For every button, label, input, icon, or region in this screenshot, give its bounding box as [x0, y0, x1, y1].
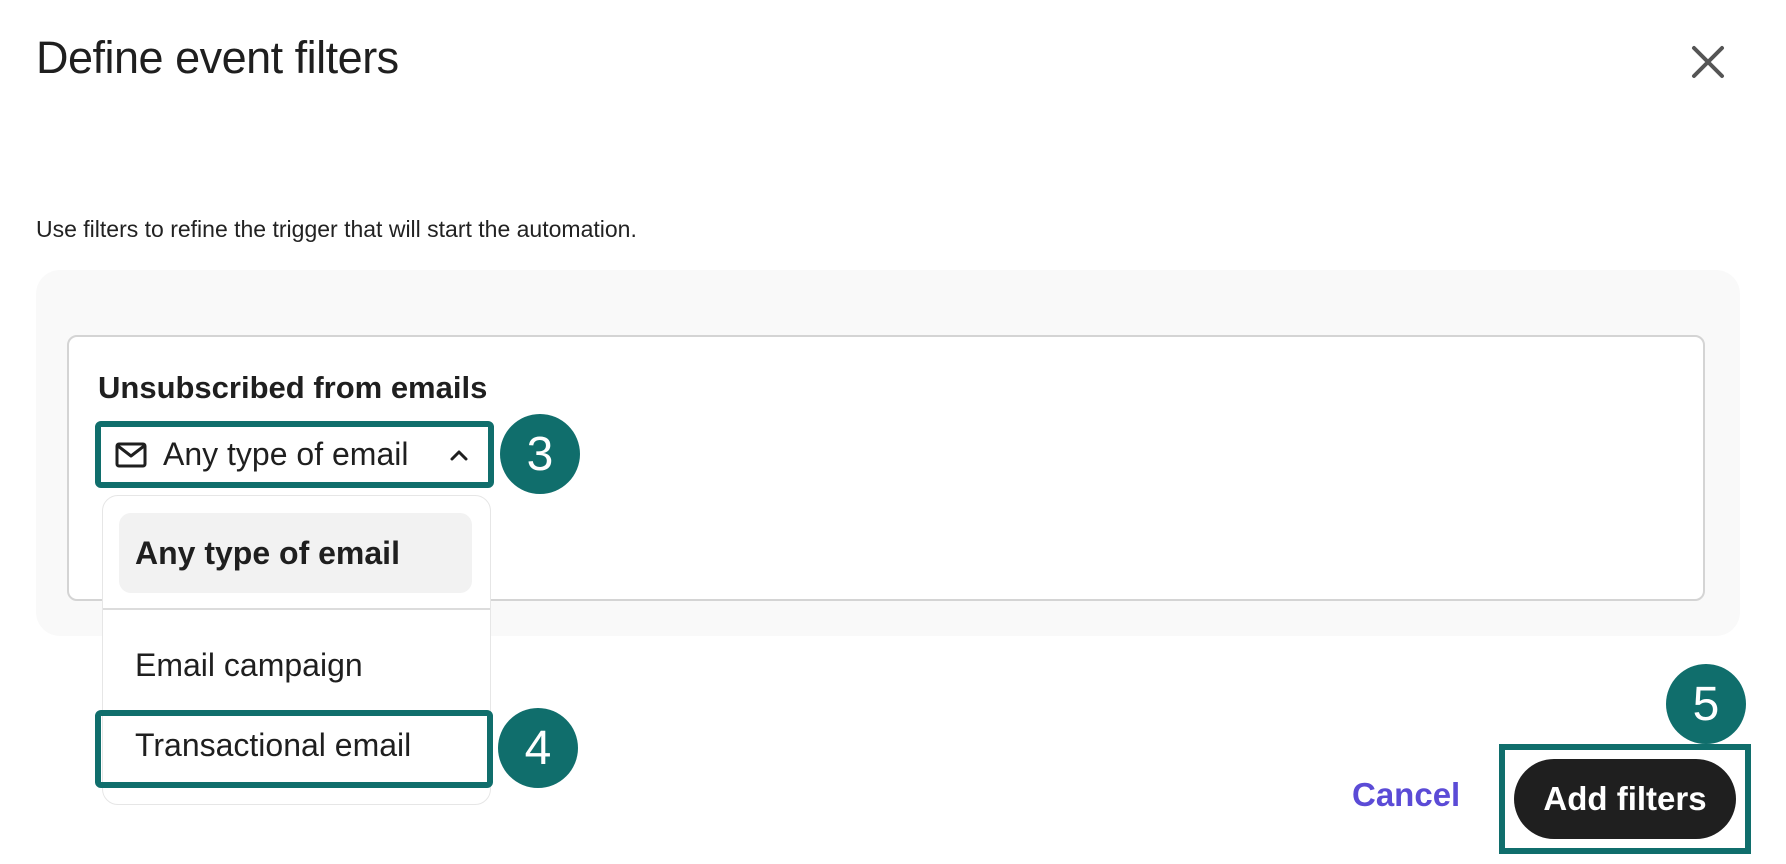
add-filters-button[interactable]: Add filters	[1514, 759, 1736, 839]
chevron-up-icon	[450, 450, 468, 460]
option-any-type[interactable]: Any type of email	[119, 513, 472, 593]
select-value: Any type of email	[163, 436, 409, 472]
cancel-button[interactable]: Cancel	[1352, 776, 1460, 814]
option-email-campaign[interactable]: Email campaign	[135, 647, 363, 684]
step-badge-5: 5	[1666, 664, 1746, 744]
filter-title: Unsubscribed from emails	[98, 370, 488, 405]
close-button[interactable]	[1686, 40, 1730, 84]
mail-icon	[115, 442, 147, 467]
step-badge-4: 4	[498, 708, 578, 788]
event-filters-dialog: Define event filters Use filters to refi…	[0, 0, 1786, 864]
dropdown-divider	[103, 608, 490, 610]
step-badge-3: 3	[500, 414, 580, 494]
email-type-select[interactable]: Any type of email	[95, 421, 494, 488]
close-icon	[1692, 46, 1724, 78]
dialog-description: Use filters to refine the trigger that w…	[36, 216, 637, 242]
option-transactional-email[interactable]: Transactional email	[135, 727, 411, 764]
dialog-title: Define event filters	[36, 32, 399, 83]
